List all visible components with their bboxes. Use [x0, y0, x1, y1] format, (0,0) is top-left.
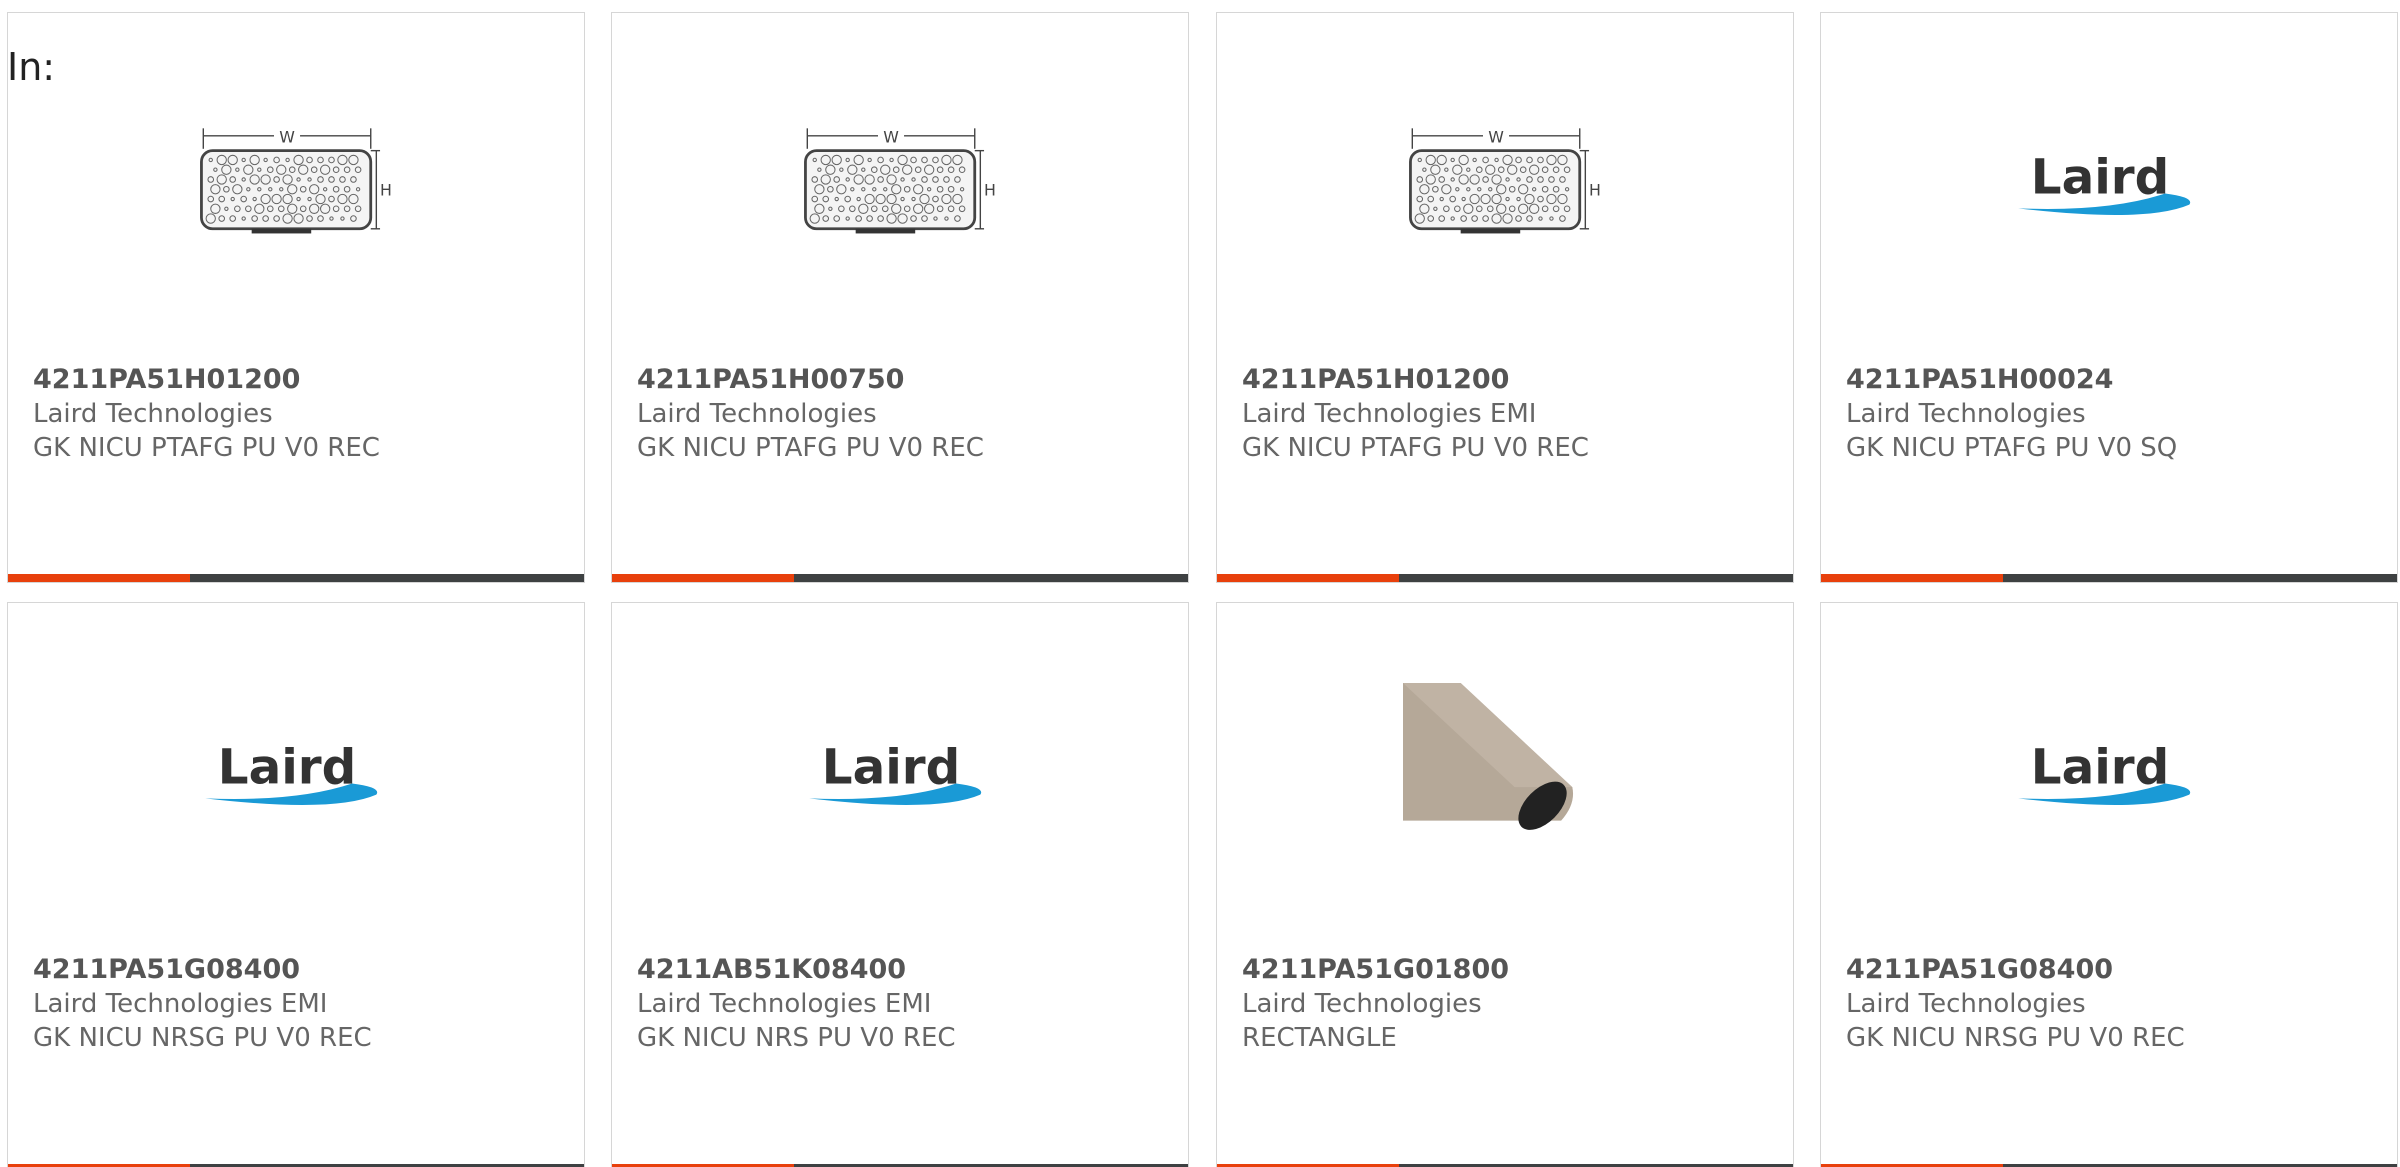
product-info: 4211PA51G01800 Laird Technologies RECTANGL… [1242, 953, 1783, 1055]
product-description: GK NICU NRSG PU V0 REC [1846, 1023, 2185, 1053]
card-footer-bar [612, 574, 1188, 582]
product-description: GK NICU PTAFG PU V0 REC [1242, 433, 1589, 463]
product-card[interactable]: W H 4211PA51H01200 Laird Technologies GK NIC… [7, 12, 585, 583]
svg-text:H: H [984, 180, 996, 199]
product-image[interactable]: Laird [194, 676, 394, 876]
laird-logo-icon: Laird [205, 739, 378, 805]
product-image[interactable]: WH [1403, 86, 1603, 286]
product-info: 4211AB51K08400 Laird Technologies EMI GK N… [637, 953, 1178, 1055]
manufacturer-name: Laird Technologies EMI [637, 989, 932, 1019]
product-card[interactable]: W H 4211PA51H01200 Laird Technologies EMI GK… [1216, 12, 1794, 583]
product-info: 4211PA51H01200 Laird Technologies EMI GK N… [1242, 363, 1783, 465]
part-number[interactable]: 4211PA51H01200 [33, 363, 574, 397]
svg-text:W: W [883, 127, 899, 146]
card-footer-bar [8, 574, 584, 582]
part-number[interactable]: 4211PA51H00750 [637, 363, 1178, 397]
svg-text:W: W [1488, 127, 1504, 146]
laird-logo-icon: Laird [2018, 149, 2191, 215]
part-number[interactable]: 4211PA51G08400 [33, 953, 574, 987]
svg-text:H: H [380, 180, 392, 199]
product-description: GK NICU NRSG PU V0 REC [33, 1023, 372, 1053]
product-info: 4211PA51H01200 Laird Technologies GK NICU … [33, 363, 574, 465]
product-description: GK NICU NRS PU V0 REC [637, 1023, 956, 1053]
manufacturer-name: Laird Technologies [1846, 989, 2086, 1019]
product-card[interactable]: Laird 4211PA51G08400 Laird Technologies EM… [7, 602, 585, 1167]
laird-logo-icon: Laird [809, 739, 982, 805]
product-description: GK NICU PTAFG PU V0 REC [33, 433, 380, 463]
product-image[interactable]: Laird [2007, 86, 2207, 286]
product-card[interactable]: 4211PA51G01800 Laird Technologies RECTANGL… [1216, 602, 1794, 1167]
product-info: 4211PA51H00750 Laird Technologies GK NICU … [637, 363, 1178, 465]
manufacturer-name: Laird Technologies [637, 399, 877, 429]
product-card[interactable]: Laird 4211AB51K08400 Laird Technologies EM… [611, 602, 1189, 1167]
part-number[interactable]: 4211PA51G08400 [1846, 953, 2387, 987]
gasket-dimension-drawing-icon: WH [804, 126, 996, 234]
svg-text:Laird: Laird [822, 739, 961, 795]
svg-text:Laird: Laird [218, 739, 356, 795]
laird-logo-icon: Laird [2018, 739, 2191, 805]
gasket-dimension-drawing-icon: WH [1409, 126, 1601, 234]
manufacturer-name: Laird Technologies [1242, 989, 1482, 1019]
product-description: GK NICU PTAFG PU V0 SQ [1846, 433, 2178, 463]
svg-text:Laird: Laird [2031, 149, 2169, 205]
gasket-photo-icon [1403, 682, 1590, 870]
card-footer-accent [1821, 574, 2003, 582]
manufacturer-name: Laird Technologies [33, 399, 273, 429]
part-number[interactable]: 4211PA51G01800 [1242, 953, 1783, 987]
product-description: GK NICU PTAFG PU V0 REC [637, 433, 984, 463]
manufacturer-name: Laird Technologies EMI [1242, 399, 1537, 429]
product-description: RECTANGLE [1242, 1023, 1397, 1053]
product-image[interactable]: Laird [798, 676, 998, 876]
in-label: In: [7, 45, 56, 89]
product-results-page: In: W H 4211PA51H01200 Laird Technologies GK… [0, 0, 2400, 1167]
card-footer-accent [1217, 574, 1399, 582]
product-image[interactable]: WH [798, 86, 998, 286]
part-number[interactable]: 4211PA51H01200 [1242, 363, 1783, 397]
product-info: 4211PA51G08400 Laird Technologies GK NICU … [1846, 953, 2387, 1055]
product-info: 4211PA51G08400 Laird Technologies EMI GK N… [33, 953, 574, 1055]
product-image[interactable] [1403, 676, 1603, 876]
manufacturer-name: Laird Technologies EMI [33, 989, 328, 1019]
card-footer-bar [1821, 574, 2397, 582]
product-card[interactable]: W H 4211PA51H00750 Laird Technologies GK NIC… [611, 12, 1189, 583]
part-number[interactable]: 4211AB51K08400 [637, 953, 1178, 987]
product-card[interactable]: Laird 4211PA51H00024 Laird Technologies GK … [1820, 12, 2398, 583]
card-footer-accent [612, 574, 794, 582]
card-footer-accent [8, 574, 190, 582]
card-footer-bar [1217, 574, 1793, 582]
svg-text:W: W [279, 127, 295, 146]
manufacturer-name: Laird Technologies [1846, 399, 2086, 429]
product-info: 4211PA51H00024 Laird Technologies GK NICU … [1846, 363, 2387, 465]
gasket-dimension-drawing-icon: WH [200, 126, 392, 234]
product-image[interactable]: WH [194, 86, 394, 286]
svg-text:Laird: Laird [2031, 739, 2169, 795]
product-image[interactable]: Laird [2007, 676, 2207, 876]
svg-text:H: H [1589, 180, 1601, 199]
product-card[interactable]: Laird 4211PA51G08400 Laird Technologies GK … [1820, 602, 2398, 1167]
part-number[interactable]: 4211PA51H00024 [1846, 363, 2387, 397]
